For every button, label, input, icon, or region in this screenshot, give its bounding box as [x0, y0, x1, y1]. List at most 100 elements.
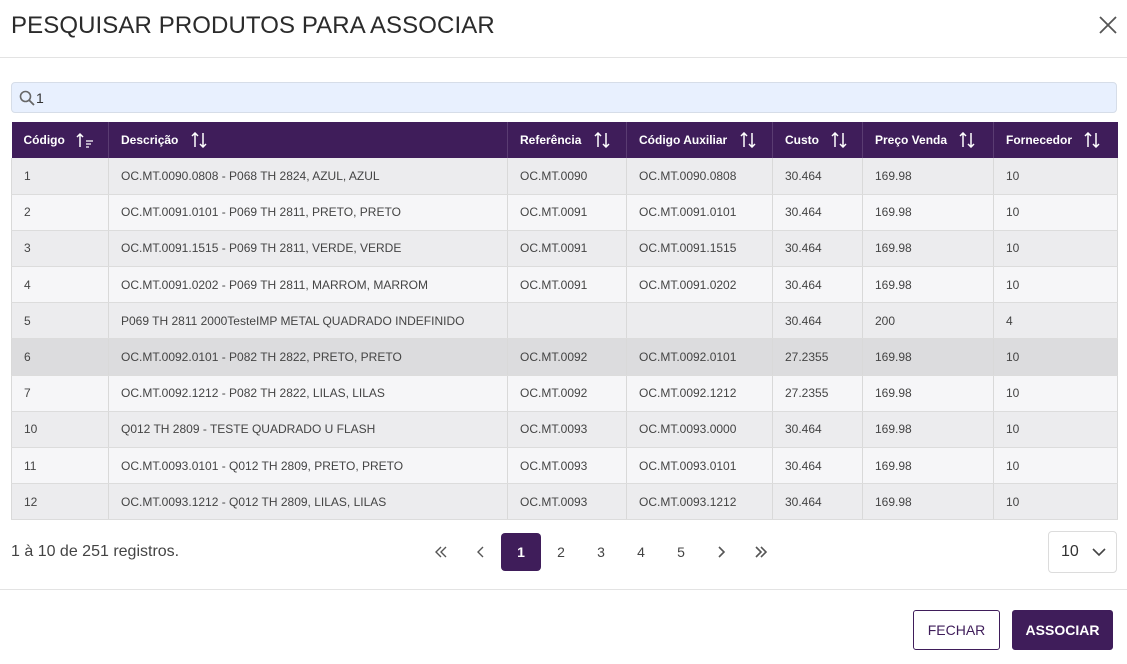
- column-header-codigo-auxiliar[interactable]: Código Auxiliar: [626, 122, 773, 158]
- page-button-4[interactable]: 4: [621, 533, 661, 571]
- page-button-2[interactable]: 2: [541, 533, 581, 571]
- cell-codigo: 2: [11, 194, 109, 231]
- last-page-button[interactable]: [741, 533, 781, 571]
- cell-fornecedor: 10: [993, 375, 1118, 412]
- cell-referencia: OC.MT.0093: [507, 483, 627, 521]
- search-input[interactable]: [36, 87, 1106, 109]
- table-row[interactable]: 4 OC.MT.0091.0202 - P069 TH 2811, MARROM…: [11, 266, 1118, 304]
- chevron-right-icon: [718, 546, 726, 558]
- cell-codigo: 11: [11, 447, 109, 485]
- sort-ascending-icon[interactable]: [76, 132, 94, 148]
- column-header-referencia[interactable]: Referência: [507, 122, 627, 158]
- sort-icon[interactable]: [958, 132, 976, 148]
- column-header-label: Código: [23, 133, 65, 147]
- column-header-codigo[interactable]: Código: [11, 122, 109, 158]
- cell-descricao: OC.MT.0093.0101 - Q012 TH 2809, PRETO, P…: [108, 447, 508, 485]
- cell-fornecedor: 10: [993, 266, 1118, 304]
- cell-descricao: OC.MT.0093.1212 - Q012 TH 2809, LILAS, L…: [108, 483, 508, 521]
- cell-custo: 30.464: [772, 447, 863, 485]
- next-page-button[interactable]: [701, 533, 741, 571]
- cell-fornecedor: 10: [993, 447, 1118, 485]
- associate-button[interactable]: ASSOCIAR: [1012, 610, 1113, 650]
- cell-preco-venda: 169.98: [862, 375, 994, 412]
- column-header-preco-venda[interactable]: Preço Venda: [862, 122, 994, 158]
- cell-descricao: OC.MT.0092.0101 - P082 TH 2822, PRETO, P…: [108, 338, 508, 376]
- sort-icon[interactable]: [739, 132, 757, 148]
- cell-referencia: OC.MT.0091: [507, 230, 627, 268]
- cell-custo: 30.464: [772, 230, 863, 268]
- cell-descricao: OC.MT.0091.1515 - P069 TH 2811, VERDE, V…: [108, 230, 508, 268]
- cell-codigo-auxiliar: OC.MT.0093.0101: [626, 447, 773, 485]
- column-header-custo[interactable]: Custo: [772, 122, 863, 158]
- page-size-select[interactable]: 10: [1048, 531, 1117, 573]
- close-icon[interactable]: [1097, 14, 1119, 36]
- table-row[interactable]: 7 OC.MT.0092.1212 - P082 TH 2822, LILAS,…: [11, 375, 1118, 412]
- cell-descricao: OC.MT.0091.0101 - P069 TH 2811, PRETO, P…: [108, 194, 508, 231]
- first-page-button[interactable]: [421, 533, 461, 571]
- cell-codigo: 12: [11, 483, 109, 521]
- cell-preco-venda: 169.98: [862, 230, 994, 268]
- cell-codigo-auxiliar: [626, 302, 773, 340]
- cell-referencia: OC.MT.0093: [507, 411, 627, 449]
- footer-divider: [0, 589, 1127, 590]
- table-row[interactable]: 6 OC.MT.0092.0101 - P082 TH 2822, PRETO,…: [11, 338, 1118, 376]
- cell-fornecedor: 4: [993, 302, 1118, 340]
- column-header-label: Descrição: [121, 133, 179, 147]
- column-header-fornecedor[interactable]: Fornecedor: [993, 122, 1118, 158]
- cell-referencia: OC.MT.0093: [507, 447, 627, 485]
- pagination: 1 2 3 4 5: [421, 533, 781, 571]
- cell-codigo: 6: [11, 338, 109, 376]
- records-info: 1 à 10 de 251 registros.: [11, 543, 180, 560]
- cell-preco-venda: 169.98: [862, 338, 994, 376]
- table-row[interactable]: 10 Q012 TH 2809 - TESTE QUADRADO U FLASH…: [11, 411, 1118, 449]
- cell-codigo: 5: [11, 302, 109, 340]
- cell-fornecedor: 10: [993, 411, 1118, 449]
- cell-referencia: [507, 302, 627, 340]
- cell-descricao: OC.MT.0091.0202 - P069 TH 2811, MARROM, …: [108, 266, 508, 304]
- table-row[interactable]: 12 OC.MT.0093.1212 - Q012 TH 2809, LILAS…: [11, 483, 1118, 521]
- page-button-1[interactable]: 1: [501, 533, 541, 571]
- cell-descricao: OC.MT.0092.1212 - P082 TH 2822, LILAS, L…: [108, 375, 508, 412]
- cell-codigo-auxiliar: OC.MT.0091.0101: [626, 194, 773, 231]
- cell-codigo-auxiliar: OC.MT.0090.0808: [626, 158, 773, 195]
- column-header-label: Referência: [520, 133, 582, 147]
- table-row[interactable]: 1 OC.MT.0090.0808 - P068 TH 2824, AZUL, …: [11, 158, 1118, 195]
- cell-codigo: 1: [11, 158, 109, 195]
- cell-referencia: OC.MT.0092: [507, 338, 627, 376]
- cell-codigo-auxiliar: OC.MT.0093.0000: [626, 411, 773, 449]
- column-header-label: Código Auxiliar: [639, 133, 728, 147]
- dialog-header: PESQUISAR PRODUTOS PARA ASSOCIAR: [0, 0, 1127, 58]
- sort-icon[interactable]: [830, 132, 848, 148]
- cell-fornecedor: 10: [993, 338, 1118, 376]
- cell-preco-venda: 169.98: [862, 194, 994, 231]
- cell-preco-venda: 169.98: [862, 266, 994, 304]
- close-button[interactable]: FECHAR: [913, 610, 1000, 650]
- cell-codigo: 3: [11, 230, 109, 268]
- table-row[interactable]: 2 OC.MT.0091.0101 - P069 TH 2811, PRETO,…: [11, 194, 1118, 231]
- cell-fornecedor: 10: [993, 483, 1118, 521]
- page-button-3[interactable]: 3: [581, 533, 621, 571]
- sort-icon[interactable]: [190, 132, 208, 148]
- cell-custo: 27.2355: [772, 338, 863, 376]
- products-table: Código Descrição Referência Código Auxil…: [11, 122, 1118, 521]
- column-header-label: Custo: [785, 133, 819, 147]
- sort-icon[interactable]: [1083, 132, 1101, 148]
- previous-page-button[interactable]: [461, 533, 501, 571]
- cell-codigo-auxiliar: OC.MT.0093.1212: [626, 483, 773, 521]
- table-row[interactable]: 5 P069 TH 2811 2000TesteIMP METAL QUADRA…: [11, 302, 1118, 340]
- cell-custo: 30.464: [772, 483, 863, 521]
- sort-icon[interactable]: [593, 132, 611, 148]
- table-row[interactable]: 11 OC.MT.0093.0101 - Q012 TH 2809, PRETO…: [11, 447, 1118, 485]
- cell-preco-venda: 169.98: [862, 158, 994, 195]
- page-button-5[interactable]: 5: [661, 533, 701, 571]
- cell-codigo-auxiliar: OC.MT.0092.0101: [626, 338, 773, 376]
- cell-fornecedor: 10: [993, 230, 1118, 268]
- cell-custo: 30.464: [772, 158, 863, 195]
- search-icon: [19, 90, 35, 106]
- table-row[interactable]: 3 OC.MT.0091.1515 - P069 TH 2811, VERDE,…: [11, 230, 1118, 268]
- cell-referencia: OC.MT.0091: [507, 266, 627, 304]
- cell-preco-venda: 169.98: [862, 483, 994, 521]
- table-header-row: Código Descrição Referência Código Auxil…: [11, 122, 1118, 158]
- cell-referencia: OC.MT.0092: [507, 375, 627, 412]
- column-header-descricao[interactable]: Descrição: [108, 122, 508, 158]
